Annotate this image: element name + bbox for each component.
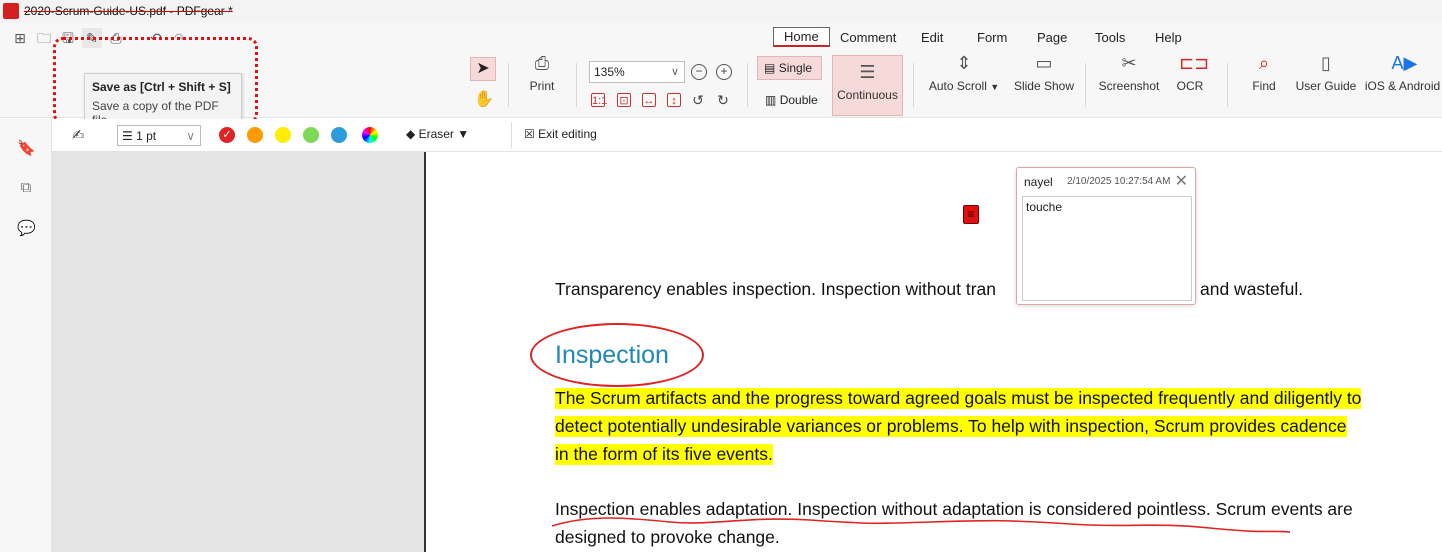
separator <box>511 122 512 148</box>
pages-icon[interactable]: ⧉ <box>17 179 35 197</box>
zoom-in-icon[interactable]: + <box>716 64 732 80</box>
menu-comment[interactable]: Comment <box>840 30 896 45</box>
actual-size-icon[interactable]: 1:1 <box>591 93 607 107</box>
pen-icon[interactable]: ✍ <box>72 126 85 144</box>
comments-icon[interactable]: 💬 <box>17 219 36 237</box>
menu-form[interactable]: Form <box>977 30 1007 45</box>
menu-home[interactable]: Home <box>773 27 830 47</box>
auto-scroll-icon: ⇕ <box>956 53 972 73</box>
auto-scroll-button[interactable]: ⇕ Auto Scroll ▼ <box>928 53 1000 93</box>
print-button[interactable]: ⎙ Print <box>525 53 559 93</box>
eraser-icon: ◆ <box>406 127 416 141</box>
menu-help[interactable]: Help <box>1155 30 1182 45</box>
line-weight-icon: ☰ <box>122 129 133 143</box>
printer-icon: ⎙ <box>534 53 550 73</box>
comment-popup[interactable]: nayel 2/10/2025 10:27:54 AM ✕ touche <box>1016 167 1196 305</box>
color-orange[interactable] <box>247 127 263 143</box>
close-box-icon: ☒ <box>524 127 535 141</box>
chevron-down-icon: ∨ <box>186 129 195 143</box>
slide-show-icon: ▭ <box>1035 53 1053 73</box>
color-blue[interactable] <box>331 127 347 143</box>
doc-paragraph-line: detect potentially undesirable variances… <box>555 416 1347 437</box>
stroke-width-select[interactable]: ☰ 1 pt ∨ <box>117 125 201 146</box>
zoom-select[interactable]: 135% ∨ <box>589 61 685 83</box>
scissors-icon: ✂ <box>1121 53 1137 73</box>
window-title: 2020-Scrum-Guide-US.pdf - PDFgear * <box>24 4 233 18</box>
color-green[interactable] <box>303 127 319 143</box>
ocr-button[interactable]: ⊏⊐ OCR <box>1172 53 1210 93</box>
separator <box>576 63 577 107</box>
doc-line-1b: and wasteful. <box>1200 279 1304 299</box>
doc-paragraph-line: The Scrum artifacts and the progress tow… <box>555 388 1362 409</box>
rotate-left-icon[interactable]: ↺ <box>691 93 705 107</box>
color-red-selected[interactable]: ✓ <box>219 127 235 143</box>
hand-tool-icon[interactable]: ✋ <box>474 89 494 109</box>
comment-textarea[interactable]: touche <box>1022 196 1192 301</box>
sticky-note-icon[interactable]: ≡ <box>963 205 979 224</box>
color-yellow[interactable] <box>275 127 291 143</box>
menu-edit[interactable]: Edit <box>921 30 943 45</box>
separator <box>508 63 509 107</box>
close-icon[interactable]: ✕ <box>1175 171 1188 191</box>
document-gutter <box>52 152 426 552</box>
book-icon: ▯ <box>1321 53 1331 73</box>
separator <box>913 63 914 107</box>
separator <box>1227 63 1228 107</box>
fit-height-icon[interactable]: ↕ <box>667 93 681 107</box>
single-page-button[interactable]: ▤ Single <box>757 56 822 80</box>
color-picker-icon[interactable] <box>362 127 378 143</box>
left-sidebar: 🔖 ⧉ 💬 <box>0 119 52 552</box>
open-folder-icon[interactable]: 🗀 <box>34 28 54 48</box>
continuous-button[interactable]: ☰ Continuous <box>832 55 903 116</box>
title-bar: 2020-Scrum-Guide-US.pdf - PDFgear * <box>0 0 1442 23</box>
continuous-scroll-icon: ☰ <box>859 62 876 82</box>
separator <box>747 63 748 107</box>
ink-annotation-bar: ✍ ☰ 1 pt ∨ ✓ ◆ Eraser ▼ ☒ Exit editing <box>52 119 1442 152</box>
user-guide-button[interactable]: ▯ User Guide <box>1294 53 1358 93</box>
doc-line-1a: Transparency enables inspection. Inspect… <box>555 279 996 299</box>
app-store-icon: A▶ <box>1391 53 1418 73</box>
exit-editing-button[interactable]: ☒ Exit editing <box>524 127 597 141</box>
ios-android-button[interactable]: A▶ iOS & Android <box>1363 53 1442 93</box>
comment-author: nayel <box>1024 175 1053 189</box>
slide-show-button[interactable]: ▭ Slide Show <box>1012 53 1076 93</box>
find-button[interactable]: ⌕ Find <box>1246 53 1282 93</box>
menu-tools[interactable]: Tools <box>1095 30 1125 45</box>
bookmark-icon[interactable]: 🔖 <box>17 139 36 157</box>
menu-page[interactable]: Page <box>1037 30 1067 45</box>
screenshot-button[interactable]: ✂ Screenshot <box>1097 53 1161 93</box>
red-ink-underline <box>551 517 1291 533</box>
eraser-button[interactable]: ◆ Eraser ▼ <box>406 127 469 141</box>
fit-page-icon[interactable]: ⊡ <box>617 93 631 107</box>
comment-timestamp: 2/10/2025 10:27:54 AM <box>1067 176 1171 187</box>
red-dotted-highlight <box>53 37 258 124</box>
select-tool-icon[interactable]: ➤ <box>470 57 496 81</box>
zoom-out-icon[interactable]: − <box>691 64 707 80</box>
doc-paragraph-line: in the form of its five events. <box>555 444 773 465</box>
ocr-icon: ⊏⊐ <box>1179 53 1210 73</box>
chevron-down-icon: ∨ <box>670 66 679 78</box>
ribbon-toolbar: ⊞ 🗀 🖫 ✎ ⎙ ↶ ↷ Home Comment Edit Form Pag… <box>0 23 1442 127</box>
find-icon: ⌕ <box>1258 53 1270 73</box>
single-page-icon: ▤ <box>764 61 776 75</box>
pdfgear-app-icon <box>3 3 19 19</box>
rotate-right-icon[interactable]: ↻ <box>716 93 730 107</box>
fit-width-icon[interactable]: ↔ <box>642 93 656 107</box>
double-page-button[interactable]: ▥ Double <box>765 93 818 107</box>
red-ink-circle <box>530 323 704 387</box>
new-file-icon[interactable]: ⊞ <box>10 28 30 48</box>
double-page-icon: ▥ <box>765 93 777 107</box>
separator <box>1085 63 1086 107</box>
